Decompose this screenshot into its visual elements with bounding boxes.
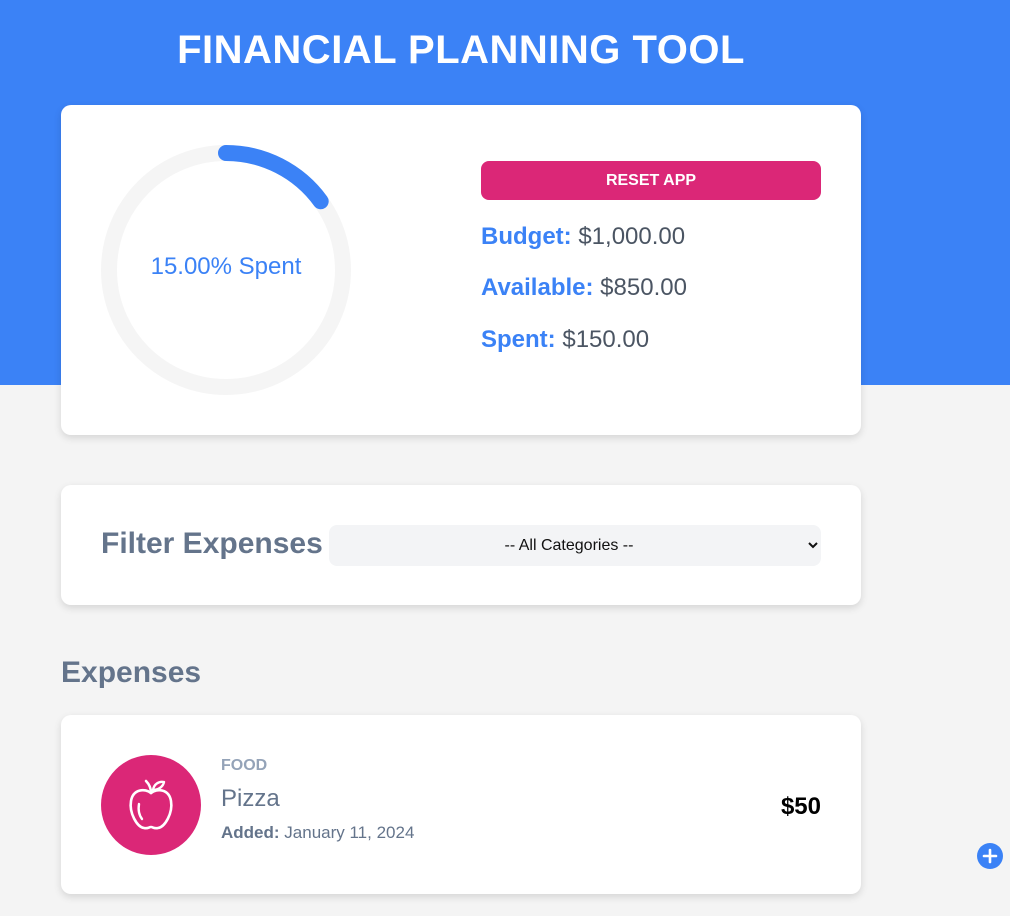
budget-value: $1,000.00 xyxy=(578,223,686,250)
expense-date-value: January 11, 2024 xyxy=(284,823,415,842)
add-expense-button[interactable] xyxy=(977,843,1003,869)
expense-category-badge xyxy=(101,755,201,855)
expense-category: Food xyxy=(221,757,268,774)
budget-summary-card: 15.00% Spent RESET APP Budget: $1,000.00… xyxy=(61,105,861,435)
budget-stat: Budget: $1,000.00 xyxy=(481,223,685,251)
available-label: Available: xyxy=(481,274,594,301)
filter-card: Filter Expenses -- All Categories -- xyxy=(61,485,861,605)
available-value: $850.00 xyxy=(600,274,687,301)
budget-label: Budget: xyxy=(481,223,572,250)
apple-icon xyxy=(129,779,173,830)
expense-date: Added: January 11, 2024 xyxy=(221,823,414,843)
percent-spent-label: 15.00% Spent xyxy=(150,253,302,280)
expenses-heading: Expenses xyxy=(61,656,202,689)
reset-app-button[interactable]: RESET APP xyxy=(481,161,821,200)
expense-item[interactable]: Food Pizza Added: January 11, 2024 $50 xyxy=(61,715,861,894)
plus-icon xyxy=(982,848,998,864)
spent-stat: Spent: $150.00 xyxy=(481,326,649,354)
category-filter-select[interactable]: -- All Categories -- xyxy=(329,525,821,566)
expense-amount: $50 xyxy=(780,793,821,820)
filter-title: Filter Expenses xyxy=(101,527,323,560)
expense-date-label: Added: xyxy=(221,823,280,842)
available-stat: Available: $850.00 xyxy=(481,274,687,302)
spent-label: Spent: xyxy=(481,326,556,353)
app-title: FINANCIAL PLANNING TOOL xyxy=(177,28,745,72)
expense-name: Pizza xyxy=(221,785,280,812)
spent-value: $150.00 xyxy=(562,326,650,353)
